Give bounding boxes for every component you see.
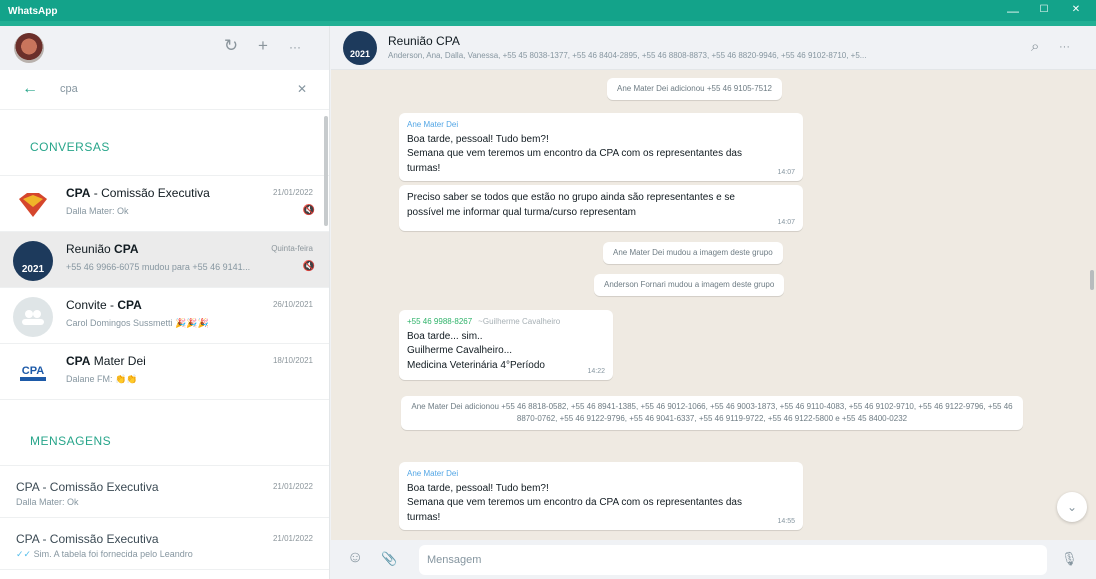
message-time: 14:07 — [777, 168, 795, 176]
minimize-button[interactable]: — — [1003, 4, 1023, 18]
chat-list-item[interactable]: Convite - CPA 26/10/2021 Carol Domingos … — [0, 288, 329, 344]
chat-list-item[interactable]: CPA - Comissão Executiva 21/01/2022 Dall… — [0, 176, 329, 232]
system-message: Ane Mater Dei adicionou +55 46 9105-7512 — [607, 78, 782, 100]
microphone-icon[interactable]: 🎙 — [1061, 551, 1078, 567]
section-messages: MENSAGENS — [0, 400, 329, 466]
close-window-button[interactable]: ✕ — [1066, 4, 1086, 15]
muted-icon: 🔇 — [302, 261, 315, 272]
chat-avatar: CPA — [13, 353, 53, 393]
read-ticks-icon: ✓✓ — [16, 549, 32, 559]
conversation-pane: 2021 Reunião CPA Anderson, Ana, Dalla, V… — [331, 26, 1096, 579]
message-input[interactable] — [419, 545, 1047, 575]
menu-icon[interactable]: ··· — [284, 40, 306, 54]
message-bubble[interactable]: Ane Mater Dei Boa tarde, pessoal! Tudo b… — [399, 462, 803, 530]
new-chat-icon[interactable]: + — [252, 36, 274, 56]
chat-date: Quinta-feira — [271, 244, 313, 253]
system-message: Anderson Fornari mudou a imagem deste gr… — [594, 274, 785, 296]
chat-name: CPA Mater Dei — [66, 354, 146, 368]
message-time: 14:22 — [587, 367, 605, 375]
message-bubble[interactable]: Preciso saber se todos que estão no grup… — [399, 185, 803, 231]
message-preview: ✓✓ Sim. A tabela foi fornecida pelo Lean… — [16, 549, 193, 559]
message-sender: +55 46 9988-8267 ~Guilherme Cavalheiro — [407, 317, 561, 326]
message-result-item[interactable]: CPA - Comissão Executiva 21/01/2022 ✓✓ S… — [0, 518, 329, 570]
scroll-down-button[interactable]: ⌄ — [1057, 492, 1087, 522]
search-icon[interactable]: ⌕ — [1031, 38, 1039, 55]
sidebar-header: ↻ + ··· — [0, 26, 329, 70]
maximize-button[interactable]: ☐ — [1034, 4, 1054, 15]
chat-name: Reunião CPA — [66, 242, 139, 256]
sidebar-scrollbar[interactable] — [324, 116, 328, 226]
search-bar: ← cpa ✕ — [0, 70, 329, 110]
chat-date: 26/10/2021 — [272, 300, 313, 309]
status-icon[interactable]: ↻ — [220, 36, 242, 56]
message-bubble[interactable]: +55 46 9988-8267 ~Guilherme Cavalheiro Bo… — [399, 310, 613, 380]
chat-date: 21/01/2022 — [272, 188, 313, 197]
message-time: 14:55 — [777, 517, 795, 525]
group-default-avatar-icon — [13, 297, 53, 337]
chat-name: CPA - Comissão Executiva — [66, 186, 210, 200]
chat-preview: Dalane FM: 👏👏 — [66, 374, 138, 384]
message-date: 21/01/2022 — [272, 534, 313, 543]
menu-icon[interactable]: ··· — [1059, 41, 1070, 53]
group-avatar[interactable]: 2021 — [343, 31, 377, 65]
chat-preview: Carol Domingos Sussmetti 🎉🎉🎉 — [66, 318, 209, 328]
message-sender: Ane Mater Dei — [407, 469, 459, 478]
sidebar: ↻ + ··· ← cpa ✕ CONVERSAS CPA - Comissão… — [0, 26, 330, 579]
message-time: 14:07 — [777, 218, 795, 226]
app-title: WhatsApp — [8, 6, 58, 17]
chat-date: 18/10/2021 — [272, 356, 313, 365]
message-bubble[interactable]: Ane Mater Dei Boa tarde, pessoal! Tudo b… — [399, 113, 803, 181]
chat-list-item[interactable]: CPA CPA Mater Dei 18/10/2021 Dalane FM: … — [0, 344, 329, 400]
chat-preview: +55 46 9966-6075 mudou para +55 46 9141.… — [66, 262, 251, 272]
section-conversations: CONVERSAS — [0, 110, 329, 176]
section-title: CONVERSAS — [30, 140, 110, 154]
message-chat-title: CPA - Comissão Executiva — [16, 480, 159, 494]
profile-avatar[interactable] — [14, 33, 44, 63]
back-arrow-icon[interactable]: ← — [22, 80, 38, 98]
message-list: Ane Mater Dei adicionou +55 46 9105-7512… — [331, 70, 1096, 540]
group-members: Anderson, Ana, Dalla, Vanessa, +55 45 80… — [388, 51, 867, 60]
attach-icon[interactable]: 📎 — [381, 551, 397, 567]
message-preview: Dalla Mater: Ok — [16, 497, 79, 507]
chat-avatar: 2021 — [13, 241, 53, 281]
chat-list-item[interactable]: 2021 Reunião CPA Quinta-feira +55 46 996… — [0, 232, 329, 288]
message-chat-title: CPA - Comissão Executiva — [16, 532, 159, 546]
message-result-item[interactable]: CPA - Comissão Executiva 21/01/2022 Dall… — [0, 466, 329, 518]
emoji-icon[interactable]: ☺ — [347, 549, 363, 567]
chat-preview: Dalla Mater: Ok — [66, 206, 129, 216]
conversation-header[interactable]: 2021 Reunião CPA Anderson, Ana, Dalla, V… — [331, 26, 1096, 70]
message-date: 21/01/2022 — [272, 482, 313, 491]
search-input[interactable]: cpa — [60, 83, 78, 95]
message-sender: Ane Mater Dei — [407, 120, 459, 129]
chat-avatar — [13, 185, 53, 225]
composer: ☺ 📎 🎙 — [331, 540, 1096, 579]
clear-search-icon[interactable]: ✕ — [297, 82, 307, 96]
window-title-bar: WhatsApp — ☐ ✕ — [0, 0, 1096, 26]
section-title: MENSAGENS — [30, 434, 112, 448]
muted-icon: 🔇 — [302, 205, 315, 216]
system-message: Ane Mater Dei mudou a imagem deste grupo — [603, 242, 783, 264]
chat-name: Convite - CPA — [66, 298, 142, 312]
system-message: Ane Mater Dei adicionou +55 46 8818-0582… — [401, 396, 1023, 430]
conversation-scrollbar[interactable] — [1090, 270, 1094, 290]
group-name: Reunião CPA — [388, 34, 460, 48]
